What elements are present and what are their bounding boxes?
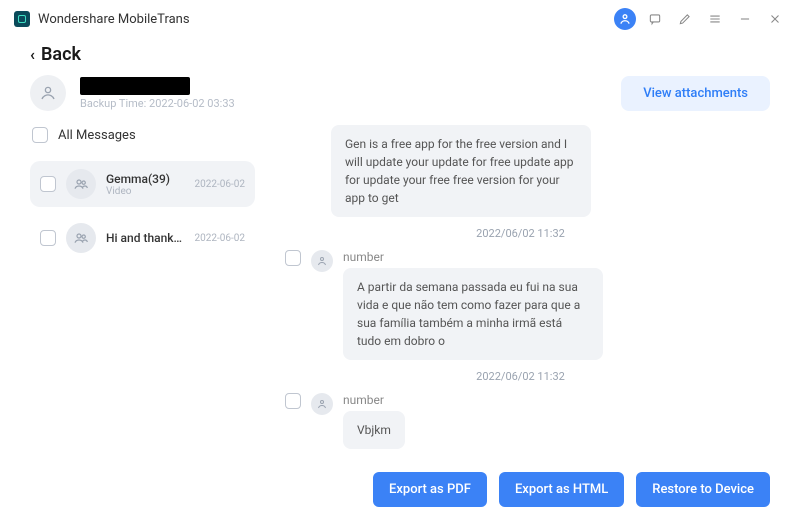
edit-icon[interactable] xyxy=(674,8,696,30)
conversation-checkbox[interactable] xyxy=(40,230,56,246)
back-button[interactable]: ‹ Back xyxy=(0,38,800,75)
sender-avatar-icon xyxy=(311,393,333,415)
account-icon[interactable] xyxy=(614,8,636,30)
all-messages-checkbox[interactable] xyxy=(32,127,48,143)
chat-pane[interactable]: Gen is a free app for the free version a… xyxy=(255,119,770,460)
message-timestamp: 2022/06/02 11:32 xyxy=(285,370,756,383)
back-label: Back xyxy=(41,44,81,65)
close-icon[interactable] xyxy=(764,8,786,30)
app-icon xyxy=(14,11,30,27)
sender-label: number xyxy=(343,393,405,407)
conversation-name: Gemma(39) xyxy=(106,172,185,186)
export-html-button[interactable]: Export as HTML xyxy=(499,472,624,507)
contact-avatar xyxy=(30,75,66,111)
titlebar: Wondershare MobileTrans xyxy=(0,0,800,38)
message-row: number Vbjkm xyxy=(285,393,756,449)
backup-time: Backup Time: 2022-06-02 03:33 xyxy=(80,97,607,110)
message-row: number A partir da semana passada eu fui… xyxy=(285,250,756,360)
message-row: Gen is a free app for the free version a… xyxy=(331,125,756,217)
message-timestamp: 2022/06/02 11:32 xyxy=(285,459,756,460)
menu-icon[interactable] xyxy=(704,8,726,30)
message-bubble: A partir da semana passada eu fui na sua… xyxy=(343,268,603,360)
group-avatar-icon xyxy=(66,223,96,253)
footer: Export as PDF Export as HTML Restore to … xyxy=(0,460,800,521)
message-timestamp: 2022/06/02 11:32 xyxy=(285,227,756,240)
contact-name-redacted xyxy=(80,77,190,95)
sender-label: number xyxy=(343,250,603,264)
chevron-left-icon: ‹ xyxy=(30,45,35,64)
sidebar: All Messages Gemma(39) Video 2022-06-02 xyxy=(30,119,255,460)
feedback-icon[interactable] xyxy=(644,8,666,30)
all-messages-row[interactable]: All Messages xyxy=(30,123,255,153)
conversation-date: 2022-06-02 xyxy=(195,233,246,244)
conversation-date: 2022-06-02 xyxy=(195,179,246,190)
message-bubble: Vbjkm xyxy=(343,411,405,449)
view-attachments-button[interactable]: View attachments xyxy=(621,76,770,111)
conversation-checkbox[interactable] xyxy=(40,176,56,192)
conversation-item[interactable]: Hi and thanks(43) 2022-06-02 xyxy=(30,215,255,261)
message-bubble: Gen is a free app for the free version a… xyxy=(331,125,591,217)
message-checkbox[interactable] xyxy=(285,250,301,266)
conversation-preview: Video xyxy=(106,186,185,197)
backup-header: Backup Time: 2022-06-02 03:33 View attac… xyxy=(0,75,800,119)
export-pdf-button[interactable]: Export as PDF xyxy=(373,472,487,507)
conversation-item[interactable]: Gemma(39) Video 2022-06-02 xyxy=(30,161,255,207)
restore-to-device-button[interactable]: Restore to Device xyxy=(636,472,770,507)
sender-avatar-icon xyxy=(311,250,333,272)
conversation-name: Hi and thanks(43) xyxy=(106,231,185,245)
app-title: Wondershare MobileTrans xyxy=(38,12,190,27)
minimize-icon[interactable] xyxy=(734,8,756,30)
message-checkbox[interactable] xyxy=(285,393,301,409)
group-avatar-icon xyxy=(66,169,96,199)
all-messages-label: All Messages xyxy=(58,128,136,143)
